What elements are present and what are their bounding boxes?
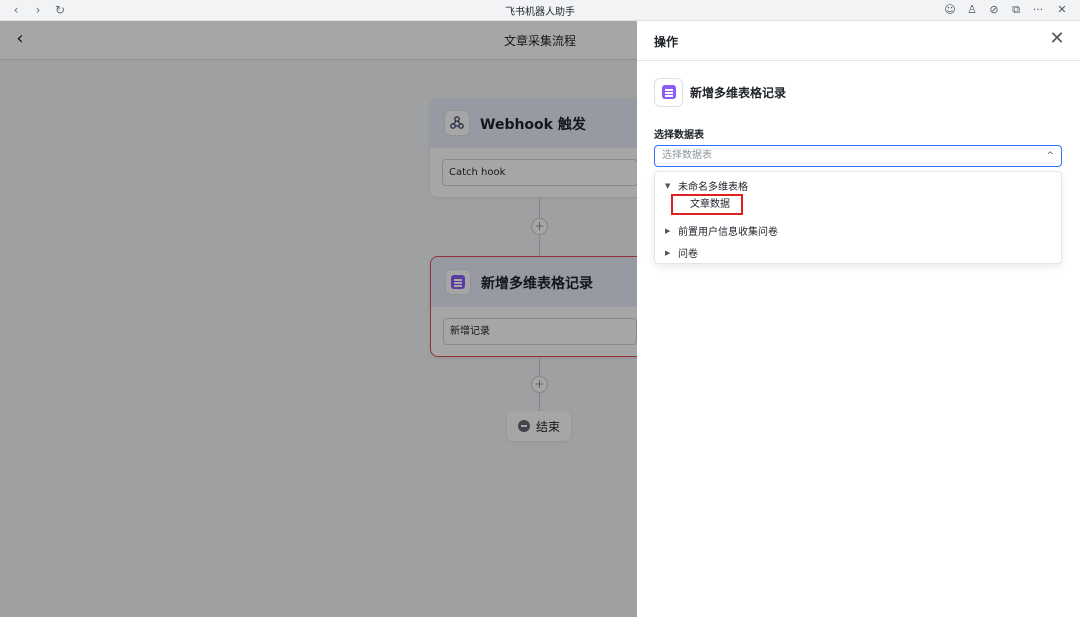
tree-item-base[interactable]: ▼ 未命名多维表格 [665,178,748,194]
close-window-icon[interactable]: ✕ [1054,2,1070,18]
action-name: 新增多维表格记录 [690,85,787,100]
table-tree-list: ▼ 未命名多维表格 文章数据 ▶ 前置用户信息收集问卷 ▶ 问卷 [654,171,1062,264]
close-icon[interactable]: ✕ [1047,29,1067,49]
modal-overlay[interactable] [0,21,637,617]
window-title: 飞书机器人助手 [505,7,575,18]
tree-item-survey[interactable]: ▶ 问卷 [665,245,698,261]
more-icon[interactable]: ··· [1030,2,1046,18]
caret-down-icon[interactable]: ▼ [665,182,673,190]
operation-panel: 操作 ✕ 新增多维表格记录 选择数据表 选择数据表 ^ ▼ 未命名多维表格 文章… [637,21,1080,617]
tree-item-label: 未命名多维表格 [678,182,748,193]
caret-right-icon[interactable]: ▶ [665,227,673,235]
tree-item-label: 前置用户信息收集问卷 [678,227,778,238]
chat-icon[interactable]: ☺ [942,2,958,18]
select-placeholder: 选择数据表 [662,150,712,161]
tree-item-label: 问卷 [678,249,698,260]
selected-action: 新增多维表格记录 [654,77,787,107]
panel-title: 操作 [654,35,679,49]
chevron-up-icon: ^ [1046,151,1054,161]
new-window-icon[interactable]: ⧉ [1008,2,1024,18]
compass-icon[interactable]: ⊘ [986,2,1002,18]
select-table-label: 选择数据表 [654,130,704,141]
table-icon [654,77,683,107]
tree-item-survey-pre[interactable]: ▶ 前置用户信息收集问卷 [665,223,778,239]
caret-right-icon[interactable]: ▶ [665,249,673,257]
robot-icon[interactable]: ♙ [964,2,980,18]
select-table-dropdown[interactable]: 选择数据表 ^ [654,145,1062,167]
browser-top-bar: ‹ › ↻ 飞书机器人助手 ☺ ♙ ⊘ ⧉ ··· ✕ [0,0,1080,21]
tree-item-article-data[interactable]: 文章数据 [671,194,743,215]
panel-header: 操作 ✕ [637,21,1080,61]
